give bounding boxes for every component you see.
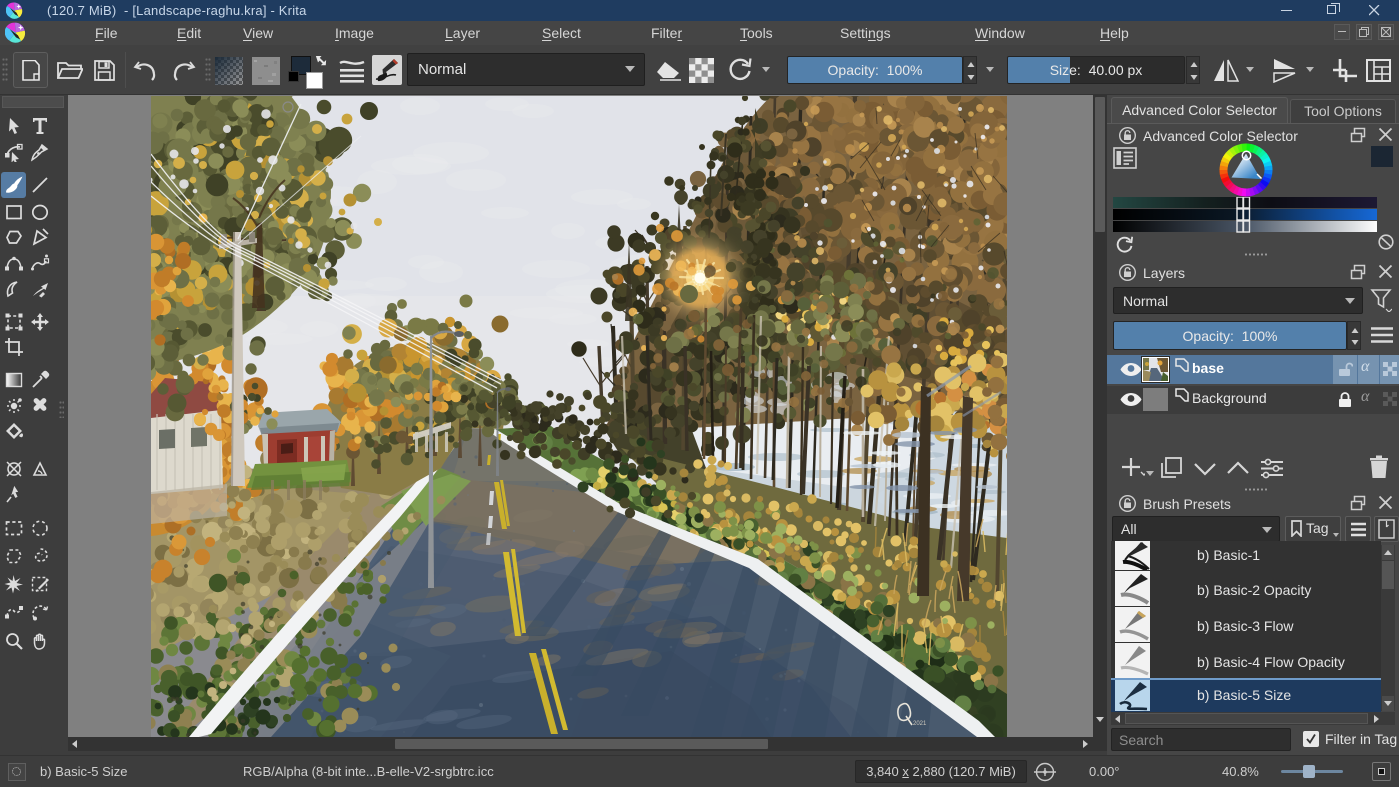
svg-text:2021: 2021 — [913, 721, 927, 727]
